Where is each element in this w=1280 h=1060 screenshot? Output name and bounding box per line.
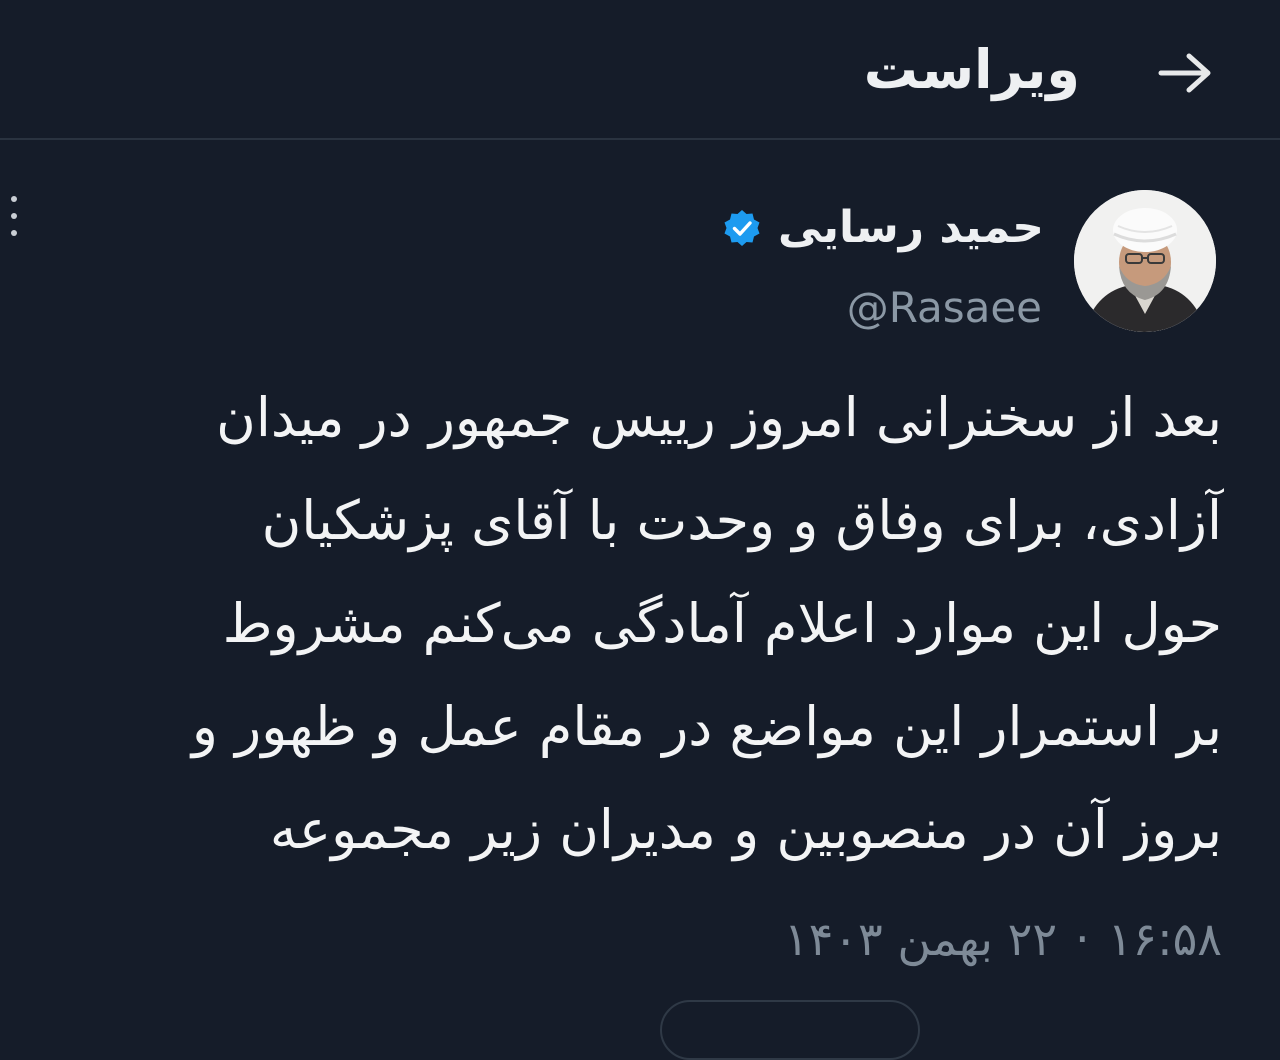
vertical-dots-icon-dot-3 bbox=[11, 230, 17, 236]
vertical-dots-icon-dot-2 bbox=[11, 213, 17, 219]
user-display-name[interactable]: حمید رسایی bbox=[722, 196, 1044, 260]
more-options-button[interactable] bbox=[2, 196, 26, 236]
verified-badge-icon bbox=[724, 210, 760, 246]
timestamp-separator: · bbox=[1075, 912, 1090, 966]
tweet-timestamp[interactable]: ۱۶:۵۸ · ۲۲ بهمن ۱۴۰۳ bbox=[784, 904, 1222, 974]
avatar[interactable] bbox=[1074, 190, 1216, 332]
tweet-date: ۲۲ بهمن ۱۴۰۳ bbox=[783, 912, 1058, 966]
tweet-time: ۱۶:۵۸ bbox=[1107, 912, 1222, 966]
back-button[interactable] bbox=[1150, 38, 1220, 108]
avatar-photo bbox=[1074, 190, 1216, 332]
arrow-right-icon bbox=[1158, 53, 1211, 93]
tweet-line: آزادی، برای وفاق و وحدت با آقای پزشکیان bbox=[261, 489, 1222, 552]
bottom-pill-edge bbox=[660, 1000, 920, 1060]
tweet-line: بروز آن در منصوبین و مدیران زیر مجموعه bbox=[269, 798, 1222, 861]
tweet-line: حول این موارد اعلام آمادگی می‌کنم مشروط bbox=[222, 592, 1222, 655]
vertical-dots-icon bbox=[11, 196, 17, 202]
tweet-line: بعد از سخنرانی امروز رییس جمهور در میدان bbox=[216, 386, 1222, 449]
user-handle[interactable]: @Rasaee bbox=[847, 280, 1042, 336]
top-bar: ویراست bbox=[0, 0, 1280, 140]
display-name-text: حمید رسایی bbox=[777, 202, 1044, 253]
page-title: ویراست bbox=[863, 38, 1080, 101]
tweet-line: بر استمرار این مواضع در مقام عمل و ظهور … bbox=[191, 695, 1222, 758]
tweet-body: بعد از سخنرانی امروز رییس جمهور در میدان… bbox=[22, 366, 1222, 881]
